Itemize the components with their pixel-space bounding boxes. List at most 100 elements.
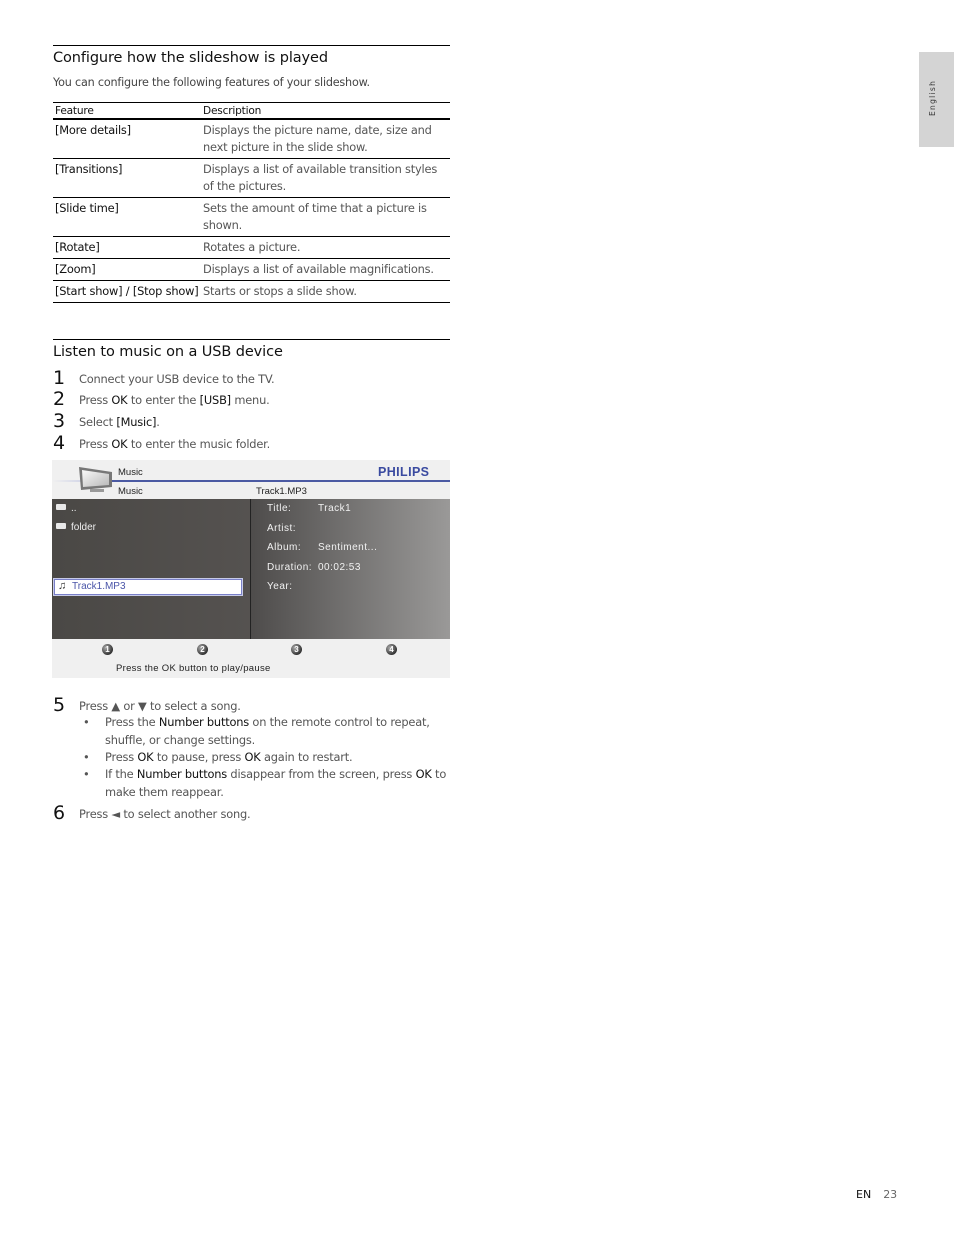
- info-label: Album:: [267, 542, 302, 553]
- feature-cell: [More details]: [53, 119, 201, 159]
- step-number: 4: [53, 432, 65, 454]
- step-number: 5: [53, 694, 65, 716]
- tv-monitor-icon: [79, 467, 112, 492]
- page-footer: EN 23: [856, 1188, 897, 1201]
- music-note-icon: ♫: [58, 580, 67, 592]
- step-text: to enter the music folder.: [127, 437, 270, 451]
- step-instruction: Press OK to enter the music folder.: [79, 437, 270, 451]
- description-cell: Displays a list of available magnificati…: [201, 258, 450, 281]
- emphasis-text: Number buttons: [136, 767, 227, 781]
- number-button-4[interactable]: 4: [386, 644, 397, 655]
- number-button-1[interactable]: 1: [102, 644, 113, 655]
- step-number: 2: [53, 388, 65, 410]
- usb-music-screen: Music Music Track1.MP3 PHILIPS .. folder…: [52, 460, 450, 678]
- file-item-folder[interactable]: folder: [56, 522, 96, 533]
- section-slideshow: Configure how the slideshow is played Yo…: [53, 45, 450, 303]
- description-cell: Displays the picture name, date, size an…: [201, 119, 450, 159]
- bullet-text: If the Number buttons disappear from the…: [105, 766, 450, 801]
- track-info-pane: Title: Track1 Artist: Album: Sentiment... Dur…: [251, 499, 450, 639]
- step-text: to enter the: [127, 393, 200, 407]
- feature-cell: [Rotate]: [53, 236, 201, 259]
- page-number: 23: [883, 1188, 898, 1201]
- step-text: Press ▲ or ▼ to select a song.: [79, 699, 241, 713]
- emphasis-text: OK: [111, 393, 128, 407]
- number-button-3[interactable]: 3: [291, 644, 302, 655]
- description-cell: Rotates a picture.: [201, 236, 450, 259]
- file-item-parent[interactable]: ..: [56, 503, 77, 514]
- step-4: 4 Press OK to enter the music folder.: [53, 432, 450, 457]
- file-item-label: folder: [71, 522, 97, 533]
- step-instruction: Press ◄ to select another song.: [79, 807, 251, 821]
- step-text: If the: [105, 767, 137, 781]
- emphasis-text: OK: [111, 437, 128, 451]
- description-cell: Sets the amount of time that a picture i…: [201, 197, 450, 237]
- breadcrumb-top: Music: [118, 467, 143, 478]
- feature-table-body: [More details] Displays the picture name,…: [53, 119, 450, 303]
- header-description: Description: [201, 102, 450, 120]
- table-row: [Transitions] Displays a list of availabl…: [53, 158, 450, 198]
- step-number: 6: [53, 802, 65, 824]
- brand-logo: PHILIPS: [378, 465, 430, 479]
- language-side-tab: English: [919, 52, 954, 147]
- section-title-slideshow: Configure how the slideshow is played: [53, 50, 328, 66]
- feature-cell: [Start show] / [Stop show]: [53, 280, 201, 303]
- header-line: [110, 480, 450, 482]
- language-code: EN: [856, 1188, 872, 1201]
- step-text: menu.: [230, 393, 270, 407]
- emphasis-text: [Music]: [116, 415, 157, 429]
- description-cell: Starts or stops a slide show.: [201, 280, 450, 303]
- description-cell: Displays a list of available transition …: [201, 158, 450, 198]
- file-item-track-selected[interactable]: ♫ Track1.MP3: [54, 579, 242, 595]
- step-2: 2 Press OK to enter the [USB] menu.: [53, 388, 450, 413]
- step-instruction: Press OK to enter the [USB] menu.: [79, 393, 270, 407]
- bullet-text: Press OK to pause, press OK again to res…: [105, 749, 450, 767]
- bullet-text: Press the Number buttons on the remote c…: [105, 714, 450, 749]
- folder-icon: [56, 523, 66, 530]
- feature-cell: [Transitions]: [53, 158, 201, 198]
- step-text: Press ◄ to select another song.: [79, 807, 251, 821]
- step-instruction: Connect your USB device to the TV.: [79, 372, 275, 386]
- info-value: Sentiment...: [318, 542, 378, 553]
- file-item-label: ..: [71, 503, 77, 514]
- step-text: Press the: [105, 715, 159, 729]
- info-value: Track1: [318, 503, 352, 514]
- table-row: [More details] Displays the picture name,…: [53, 119, 450, 159]
- screen-header: Music Music Track1.MP3 PHILIPS: [52, 460, 450, 499]
- step-6: 6 Press ◄ to select another song.: [53, 802, 450, 827]
- emphasis-text: Number buttons: [158, 715, 250, 729]
- section-title-music: Listen to music on a USB device: [53, 344, 283, 360]
- step-text: disappear from the screen, press: [227, 767, 416, 781]
- file-browser-pane: .. folder ♫ Track1.MP3: [52, 499, 250, 639]
- step-1: 1 Connect your USB device to the TV.: [53, 367, 450, 392]
- screen-footer: 1 2 3 4 Press the OK button to play/paus…: [52, 639, 450, 678]
- play-pause-hint: Press the OK button to play/pause: [116, 663, 271, 674]
- folder-icon: [56, 504, 66, 511]
- emphasis-text: OK: [415, 767, 432, 781]
- info-label: Title:: [267, 503, 292, 514]
- feature-cell: [Slide time]: [53, 197, 201, 237]
- step-text: .: [156, 415, 160, 429]
- info-label: Year:: [267, 581, 293, 592]
- current-file-label: Track1.MP3: [256, 486, 307, 497]
- section-music: Listen to music on a USB device: [53, 339, 450, 360]
- table-row: [Slide time] Sets the amount of time that…: [53, 197, 450, 237]
- emphasis-text: [USB]: [199, 393, 231, 407]
- bullet-dot: •: [83, 715, 90, 729]
- step-number: 3: [53, 410, 65, 432]
- info-value: 00:02:53: [318, 561, 361, 573]
- step-text: Press: [105, 750, 138, 764]
- step-3: 3 Select [Music].: [53, 410, 450, 435]
- number-button-2[interactable]: 2: [197, 644, 208, 655]
- breadcrumb-sub: Music: [118, 486, 143, 497]
- table-row: [Start show] / [Stop show] Starts or stop…: [53, 280, 450, 303]
- table-row: [Rotate] Rotates a picture.: [53, 236, 450, 259]
- step-text: again to restart.: [260, 750, 353, 764]
- step-text: Press: [79, 393, 112, 407]
- table-row: [Zoom] Displays a list of available magni…: [53, 258, 450, 281]
- emphasis-text: OK: [137, 750, 154, 764]
- step-number: 1: [53, 367, 65, 389]
- feature-table: Feature Description [More details] Displa…: [53, 102, 450, 303]
- bullet-dot: •: [83, 750, 90, 764]
- section-intro: You can configure the following features…: [53, 76, 370, 89]
- info-label: Duration:: [267, 561, 313, 573]
